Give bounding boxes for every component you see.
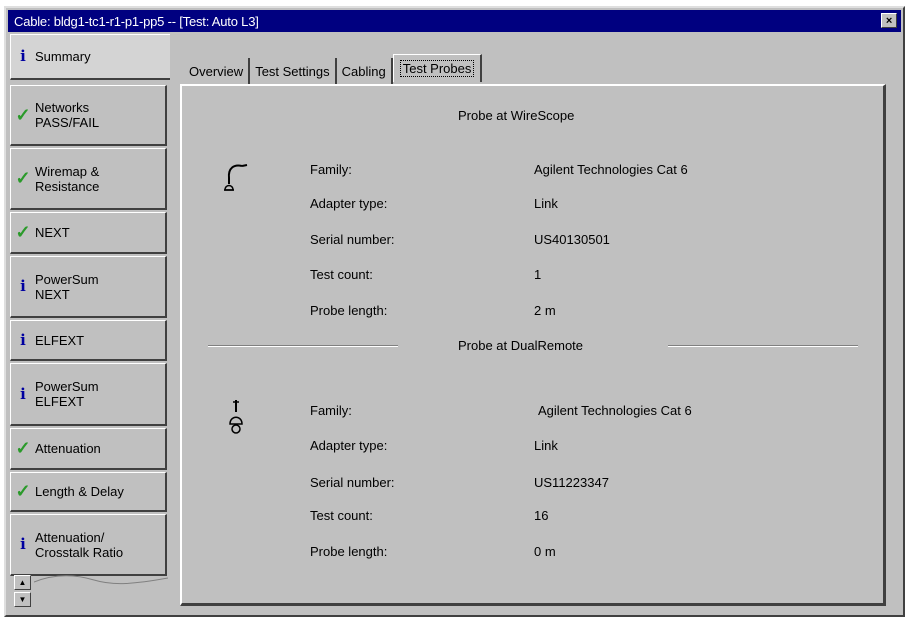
nav-item-powersum-elfext[interactable]: i PowerSum ELFEXT bbox=[10, 363, 167, 426]
probe-wirescope-test-count-label: Test count: bbox=[310, 267, 373, 282]
probe-wirescope-probe-length-label: Probe length: bbox=[310, 303, 388, 318]
probe-wirescope-adapter-type-label: Adapter type: bbox=[310, 196, 388, 211]
nav-item-summary[interactable]: i Summary bbox=[10, 34, 170, 80]
probe-dualremote-test-count-label: Test count: bbox=[310, 508, 373, 523]
probe-wirescope-probe-length-value: 2 m bbox=[534, 303, 556, 318]
nav-item-label: PowerSum ELFEXT bbox=[35, 379, 99, 409]
probe-dualremote-adapter-type-value: Link bbox=[534, 438, 558, 453]
tab-label: Overview bbox=[189, 63, 244, 79]
probe-dualremote-adapter-type-label: Adapter type: bbox=[310, 438, 388, 453]
test-results-nav: i Summary ✓ Networks PASS/FAIL ✓ Wiremap… bbox=[10, 34, 170, 609]
tab-test-settings[interactable]: Test Settings bbox=[250, 58, 337, 84]
nav-item-label: Attenuation bbox=[35, 441, 101, 456]
probe-wirescope-icon bbox=[224, 164, 248, 191]
info-icon: i bbox=[20, 535, 26, 553]
check-icon: ✓ bbox=[15, 438, 31, 458]
test-probes-panel: Probe at WireScope Family: Agilent Techn… bbox=[180, 84, 886, 606]
check-icon: ✓ bbox=[15, 222, 31, 242]
info-icon: i bbox=[20, 47, 26, 65]
info-icon: i bbox=[20, 277, 26, 295]
nav-item-label: Length & Delay bbox=[35, 484, 124, 499]
close-icon: × bbox=[885, 14, 893, 27]
arrow-up-icon: ▲ bbox=[18, 578, 27, 587]
probe-dualremote-serial-number-value: US11223347 bbox=[534, 475, 609, 490]
probe-dualremote-probe-length-value: 0 m bbox=[534, 544, 556, 559]
nav-item-next[interactable]: ✓ NEXT bbox=[10, 212, 167, 254]
probe-dualremote-family-label: Family: bbox=[310, 403, 352, 418]
nav-item-label: Networks PASS/FAIL bbox=[35, 100, 100, 130]
nav-item-length-delay[interactable]: ✓ Length & Delay bbox=[10, 472, 167, 512]
tab-label: Test Probes bbox=[399, 60, 475, 77]
probe-wirescope-adapter-type-value: Link bbox=[534, 196, 558, 211]
info-icon: i bbox=[20, 384, 26, 403]
tab-label: Cabling bbox=[341, 63, 386, 79]
tab-test-probes[interactable]: Test Probes bbox=[392, 54, 483, 82]
probe-dualremote-serial-number-label: Serial number: bbox=[310, 475, 395, 490]
nav-torn-edge bbox=[34, 575, 168, 585]
section-divider-left bbox=[208, 345, 398, 347]
probe-dualremote-icon bbox=[229, 400, 243, 434]
probe-dualremote-family-value: Agilent Technologies Cat 6 bbox=[538, 403, 692, 418]
tab-label: Test Settings bbox=[255, 63, 330, 79]
nav-item-powersum-next[interactable]: i PowerSum NEXT bbox=[10, 256, 167, 318]
nav-scroll-down-button[interactable]: ▼ bbox=[14, 592, 31, 607]
nav-item-label: ELFEXT bbox=[35, 332, 85, 348]
probe-wirescope-serial-number-value: US40130501 bbox=[534, 232, 610, 247]
title-bar[interactable]: Cable: bldg1-tc1-r1-p1-pp5 -- [Test: Aut… bbox=[8, 10, 901, 32]
nav-item-wiremap-resistance[interactable]: ✓ Wiremap & Resistance bbox=[10, 148, 167, 210]
probe-dualremote-title: Probe at DualRemote bbox=[458, 338, 584, 353]
tab-overview[interactable]: Overview bbox=[184, 58, 251, 84]
nav-scroll-up-button[interactable]: ▲ bbox=[14, 575, 31, 590]
nav-item-label: Summary bbox=[35, 49, 91, 64]
check-icon: ✓ bbox=[15, 168, 31, 188]
section-divider-right bbox=[668, 345, 858, 347]
nav-item-networks-pass-fail[interactable]: ✓ Networks PASS/FAIL bbox=[10, 85, 167, 146]
nav-item-label: PowerSum NEXT bbox=[35, 271, 99, 302]
arrow-down-icon: ▼ bbox=[18, 595, 27, 604]
check-icon: ✓ bbox=[15, 104, 31, 125]
nav-item-attenuation[interactable]: ✓ Attenuation bbox=[10, 428, 167, 470]
nav-item-label: Wiremap & Resistance bbox=[35, 163, 100, 194]
probe-dualremote-probe-length-label: Probe length: bbox=[310, 544, 388, 559]
close-button[interactable]: × bbox=[881, 13, 897, 28]
probe-wirescope-title: Probe at WireScope bbox=[458, 108, 575, 123]
nav-item-elfext[interactable]: i ELFEXT bbox=[10, 320, 167, 361]
tab-cabling[interactable]: Cabling bbox=[336, 58, 393, 84]
probe-dualremote-test-count-value: 16 bbox=[534, 508, 549, 523]
tab-strip: Overview Test Settings Cabling Test Prob… bbox=[184, 54, 483, 84]
probe-wirescope-serial-number-label: Serial number: bbox=[310, 232, 395, 247]
nav-item-label: Attenuation/ Crosstalk Ratio bbox=[35, 529, 124, 560]
probe-wirescope-family-label: Family: bbox=[310, 162, 352, 177]
window-title: Cable: bldg1-tc1-r1-p1-pp5 -- [Test: Aut… bbox=[14, 13, 259, 29]
nav-item-attenuation-crosstalk-ratio[interactable]: i Attenuation/ Crosstalk Ratio bbox=[10, 514, 167, 576]
nav-item-label: NEXT bbox=[35, 225, 70, 240]
probe-wirescope-test-count-value: 1 bbox=[534, 267, 542, 282]
check-icon: ✓ bbox=[15, 481, 31, 501]
info-icon: i bbox=[20, 330, 26, 349]
probe-wirescope-family-value: Agilent Technologies Cat 6 bbox=[534, 162, 688, 177]
